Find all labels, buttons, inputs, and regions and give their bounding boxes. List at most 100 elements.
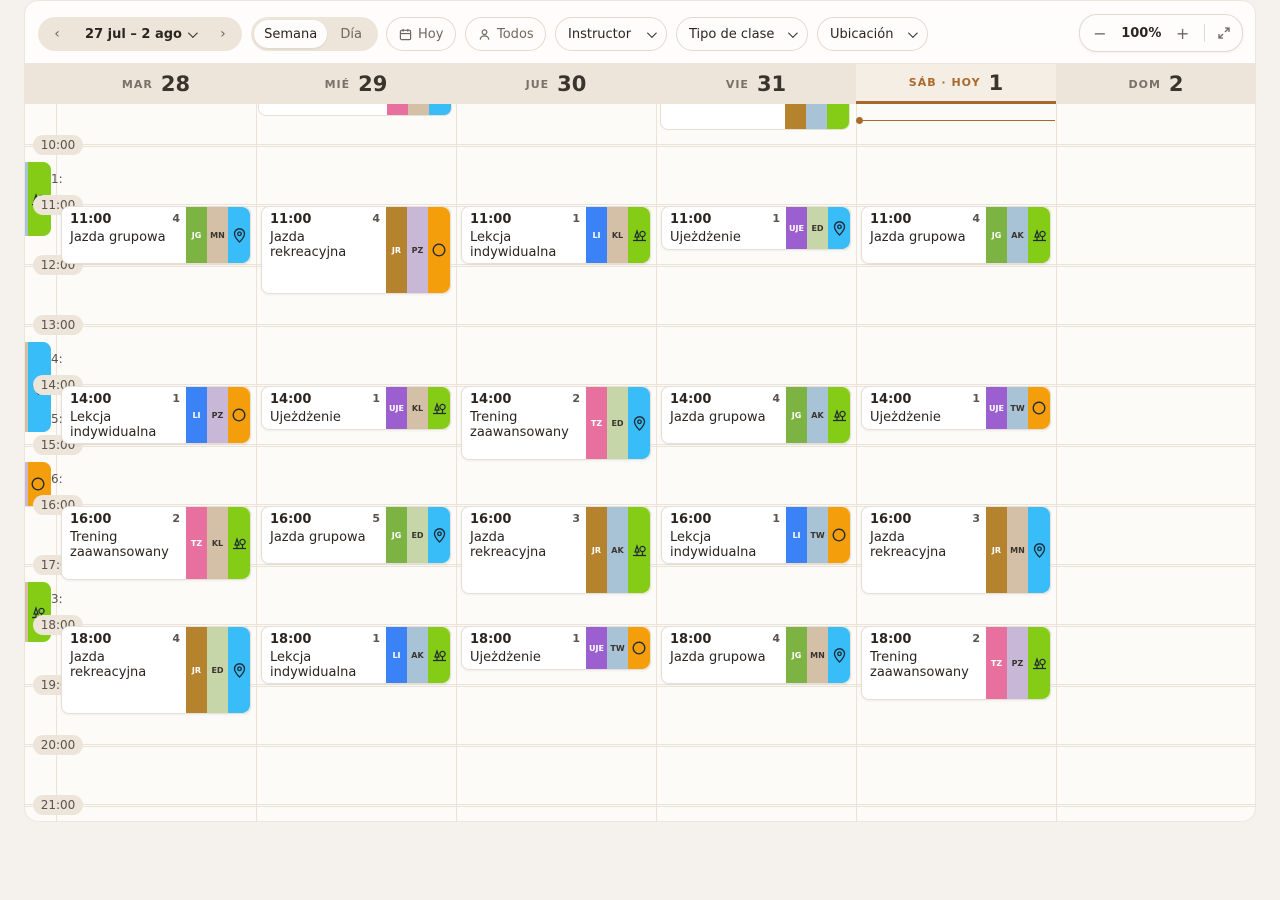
- event-card[interactable]: 14:00 Lekcja indywidualna 1 LI PZ: [61, 386, 251, 444]
- participant-count: 1: [772, 212, 780, 225]
- day-number: 31: [756, 72, 787, 96]
- event-card[interactable]: 18:00 Jazda rekreacyjna 4 JR ED: [61, 626, 251, 714]
- event-tag-strips: TZ PZ: [986, 627, 1050, 699]
- event-info: 11:00 Jazda grupowa: [70, 212, 180, 245]
- hour-line: [25, 146, 1255, 147]
- event-card-partial[interactable]: [660, 104, 850, 130]
- event-card[interactable]: 11:00 Jazda grupowa 4 JG MN: [61, 206, 251, 264]
- event-card[interactable]: 11:00 Lekcja indywidualna 1 LI KL: [461, 206, 651, 264]
- event-card[interactable]: 14:00 Trening zaawansowany 2 TZ ED: [461, 386, 651, 460]
- day-name: VIE: [725, 77, 749, 91]
- event-time: 18:00: [470, 632, 512, 647]
- participant-count: 2: [172, 512, 180, 525]
- event-title: Trening zaawansowany: [870, 650, 969, 680]
- fullscreen-icon[interactable]: [1218, 27, 1230, 39]
- event-card[interactable]: 18:00 Ujeżdżenie 1 UJE TW: [461, 626, 651, 670]
- event-title: Jazda rekreacyjna: [470, 530, 547, 560]
- tag-strip: UJE: [786, 207, 807, 249]
- hour-line: [25, 746, 1255, 747]
- event-card[interactable]: 16:00 Trening zaawansowany 2 TZ KL: [61, 506, 251, 580]
- event-info: 11:00 Ujeżdżenie: [670, 212, 780, 245]
- event-time: 11:00: [470, 212, 512, 227]
- event-card-partial[interactable]: [258, 104, 452, 116]
- event-info: 16:00 Jazda rekreacyjna: [870, 512, 980, 560]
- event-card[interactable]: 11:00 Jazda rekreacyjna 4 JR PZ: [261, 206, 451, 294]
- tag-strip: TZ: [586, 387, 607, 459]
- event-info: 16:00 Lekcja indywidualna: [670, 512, 780, 560]
- event-card[interactable]: 18:00 Trening zaawansowany 2 TZ PZ: [861, 626, 1051, 700]
- zoom-in-button[interactable]: +: [1175, 24, 1191, 43]
- tag-strip: MN: [207, 207, 228, 263]
- tag-strip: AK: [1007, 207, 1028, 263]
- tag-strip: LI: [186, 387, 207, 443]
- event-info: 18:00 Trening zaawansowany: [870, 632, 980, 680]
- column-divider: [1056, 104, 1057, 821]
- view-week-button[interactable]: Semana: [254, 20, 328, 48]
- chevron-down-icon: [907, 27, 918, 38]
- event-tag-strips: TZ KL: [186, 507, 250, 579]
- event-title: Jazda rekreacyjna: [70, 650, 147, 680]
- previous-week-button[interactable]: ‹: [46, 23, 68, 45]
- participant-count: 1: [172, 392, 180, 405]
- event-card[interactable]: 11:00 Ujeżdżenie 1 UJE ED: [661, 206, 851, 250]
- event-title: Ujeżdżenie: [470, 650, 541, 665]
- event-card[interactable]: 18:00 Jazda grupowa 4 JG MN: [661, 626, 851, 684]
- event-card[interactable]: 14:00 Jazda grupowa 4 JG AK: [661, 386, 851, 444]
- map-pin-icon: [233, 662, 246, 678]
- event-card[interactable]: 16:00 Lekcja indywidualna 1 LI TW: [661, 506, 851, 564]
- event-card[interactable]: 18:00 Lekcja indywidualna 1 LI AK: [261, 626, 451, 684]
- event-card[interactable]: 11:00 Jazda grupowa 4 JG AK: [861, 206, 1051, 264]
- zoom-out-button[interactable]: −: [1092, 24, 1108, 43]
- event-card[interactable]: 16:00 Jazda rekreacyjna 3 JR AK: [461, 506, 651, 594]
- time-label: 10:00: [33, 135, 83, 155]
- event-card[interactable]: 14:00 Ujeżdżenie 1 UJE KL: [261, 386, 451, 430]
- location-strip: [828, 207, 850, 249]
- tag-strip: LI: [386, 627, 407, 683]
- date-range-picker[interactable]: 27 jul – 2 ago: [85, 26, 198, 42]
- location-strip: [1028, 627, 1050, 699]
- location-filter[interactable]: Ubicación: [817, 17, 928, 51]
- all-filter-button[interactable]: Todos: [465, 17, 546, 51]
- event-time: 18:00: [870, 632, 912, 647]
- event-card[interactable]: 14:00 Ujeżdżenie 1 UJE TW: [861, 386, 1051, 430]
- tag-strip: UJE: [986, 387, 1007, 429]
- event-time: 11:00: [870, 212, 912, 227]
- event-tag-strips: LI TW: [786, 507, 850, 563]
- event-time: 16:00: [70, 512, 112, 527]
- view-day-button[interactable]: Día: [327, 20, 375, 48]
- location-strip: [628, 207, 650, 263]
- tag-strip: PZ: [207, 387, 228, 443]
- event-tag-strips: TZ ED: [586, 387, 650, 459]
- event-info: 16:00 Jazda rekreacyjna: [470, 512, 580, 560]
- color-strip: [25, 342, 28, 432]
- event-info: 16:00 Trening zaawansowany: [70, 512, 180, 560]
- event-tag-strips: LI KL: [586, 207, 650, 263]
- day-number: 30: [557, 72, 587, 96]
- chevron-down-icon: [646, 27, 657, 38]
- event-card[interactable]: 16:00 Jazda grupowa 5 JG ED: [261, 506, 451, 564]
- event-time: 14:00: [470, 392, 512, 407]
- event-card[interactable]: 16:00 Jazda rekreacyjna 3 JR MN: [861, 506, 1051, 594]
- date-range-label: 27 jul – 2 ago: [85, 26, 182, 42]
- event-title: Trening zaawansowany: [70, 530, 169, 560]
- event-title: Ujeżdżenie: [670, 230, 741, 245]
- class-type-filter[interactable]: Tipo de clase: [676, 17, 808, 51]
- location-strip: [228, 387, 250, 443]
- tag-strip: KL: [207, 507, 228, 579]
- location-strip: [828, 387, 850, 443]
- event-time: 11:00: [270, 212, 312, 227]
- event-time: 14:00: [70, 392, 112, 407]
- instructor-filter[interactable]: Instructor: [555, 17, 667, 51]
- week-calendar-grid: MAR 28 MIÉ 29 JUE 30 VIE 31 SÁB · HOY 1 DOM 2 10:00…: [24, 64, 1256, 822]
- participant-count: 1: [372, 632, 380, 645]
- circle-icon: [1032, 401, 1046, 415]
- tag-strip: TW: [607, 627, 628, 669]
- date-range-nav: ‹ 27 jul – 2 ago ›: [38, 17, 242, 51]
- today-button[interactable]: Hoy: [386, 17, 456, 51]
- next-week-button[interactable]: ›: [212, 23, 234, 45]
- location-strip: [428, 627, 450, 683]
- trees-icon: [632, 543, 647, 558]
- tag-strip: ED: [407, 507, 428, 563]
- event-time: 11:00: [70, 212, 112, 227]
- tag-strip: AK: [607, 507, 628, 593]
